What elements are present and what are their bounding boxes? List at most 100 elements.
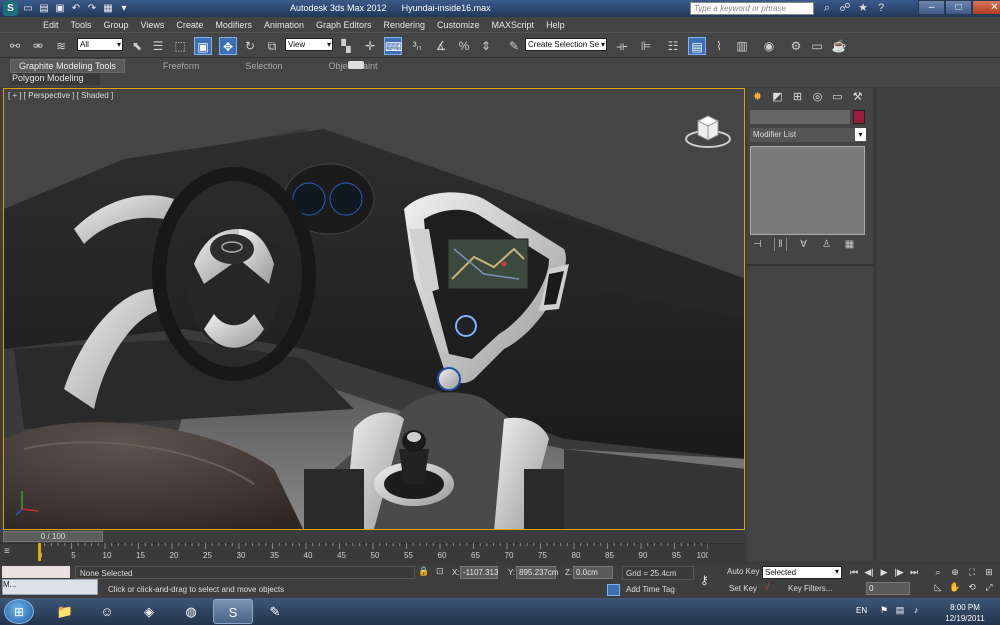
viewport-label-menu[interactable]: [ + ] [ Perspective ] [ Shaded ]	[8, 91, 113, 100]
time-slider-track[interactable]	[0, 531, 745, 543]
undo-icon[interactable]: ↶	[70, 3, 82, 15]
material-editor-icon[interactable]: ◉	[760, 37, 778, 55]
set-keys-key-icon[interactable]: ⚷	[700, 573, 718, 587]
binoculars-search-icon[interactable]: ⌕	[820, 1, 834, 15]
ribbon-minimize-toggle[interactable]	[348, 61, 364, 69]
paint-app-icon[interactable]: ✎	[255, 599, 295, 624]
object-color-swatch[interactable]	[853, 110, 865, 124]
system-clock[interactable]: 8:00 PM 12/19/2011	[940, 602, 990, 624]
graphite-toggle-icon[interactable]: ▤	[688, 37, 706, 55]
modifier-stack[interactable]	[750, 146, 865, 235]
select-and-link-icon[interactable]: ⚯	[6, 37, 24, 55]
taskbar-thumbnail-preview[interactable]: M...	[2, 579, 98, 595]
x-coordinate-field[interactable]: -1107.313	[460, 566, 498, 579]
orbit-icon[interactable]: ⟲	[965, 581, 979, 594]
go-to-end-icon[interactable]: ⏭	[907, 566, 921, 579]
object-name-field[interactable]	[750, 110, 850, 124]
select-object-icon[interactable]: ⬉	[128, 37, 146, 55]
zoom-icon[interactable]: ⌕	[931, 566, 945, 579]
menu-help[interactable]: Help	[541, 20, 572, 30]
manipulate-icon[interactable]: ✛	[361, 37, 379, 55]
perspective-viewport[interactable]: [ + ] [ Perspective ] [ Shaded ]	[3, 88, 745, 530]
curve-editor-icon[interactable]: ⌇	[710, 37, 728, 55]
open-file-icon[interactable]: ▤	[38, 3, 50, 15]
new-file-icon[interactable]: ▭	[22, 3, 34, 15]
network-icon[interactable]: ▤	[894, 604, 906, 616]
current-frame-marker[interactable]	[38, 543, 41, 561]
maximize-button[interactable]: □	[945, 0, 972, 15]
help-icon[interactable]: ?	[874, 1, 888, 15]
ribbon-panel-polygon-modeling[interactable]: Polygon Modeling	[10, 73, 100, 85]
show-end-result-icon[interactable]: ‖	[774, 238, 787, 251]
chrome-icon[interactable]: ◍	[171, 599, 211, 624]
app-logo-icon[interactable]: S	[3, 1, 18, 16]
volume-icon[interactable]: ♪	[910, 604, 922, 616]
time-tag-icon[interactable]	[607, 584, 620, 596]
menu-create[interactable]: Create	[171, 20, 210, 30]
unlink-icon[interactable]: ⚮	[29, 37, 47, 55]
pin-stack-icon[interactable]: ⊣	[751, 238, 764, 251]
next-frame-icon[interactable]: |▶	[892, 566, 906, 579]
explorer-icon[interactable]: 📁	[45, 599, 85, 624]
bind-space-warp-icon[interactable]: ≋	[52, 37, 70, 55]
qat-dropdown-icon[interactable]: ▾	[118, 3, 130, 15]
menu-graph-editors[interactable]: Graph Editors	[311, 20, 379, 30]
help-search-input[interactable]: Type a keyword or phrase	[690, 2, 814, 15]
key-mode-dropdown[interactable]: Selected	[762, 566, 842, 579]
percent-snap-icon[interactable]: %	[455, 37, 473, 55]
create-tab-icon[interactable]: ✸	[750, 90, 765, 105]
maxscript-mini-listener[interactable]	[2, 566, 70, 578]
action-center-flag-icon[interactable]: ⚑	[878, 604, 890, 616]
key-filters-button[interactable]: Key Filters...	[762, 582, 842, 596]
configure-modifier-sets-icon[interactable]: ▦	[843, 238, 856, 251]
messenger-icon[interactable]: ☺	[87, 599, 127, 624]
current-frame-field[interactable]: 0	[866, 582, 910, 595]
pivot-center-icon[interactable]: ▚	[337, 37, 355, 55]
set-key-button[interactable]: Set Key	[729, 584, 757, 593]
rendered-frame-window-icon[interactable]: ▭	[808, 37, 826, 55]
render-setup-icon[interactable]: ⚙	[787, 37, 805, 55]
select-and-rotate-icon[interactable]: ↻	[241, 37, 259, 55]
menu-rendering[interactable]: Rendering	[379, 20, 433, 30]
tab-graphite-modeling-tools[interactable]: Graphite Modeling Tools	[10, 59, 125, 73]
z-coordinate-field[interactable]: 0.0cm	[573, 566, 613, 579]
menu-group[interactable]: Group	[99, 20, 136, 30]
menu-customize[interactable]: Customize	[432, 20, 487, 30]
rectangular-selection-icon[interactable]: ⬚	[171, 37, 189, 55]
modify-tab-icon[interactable]: ◩	[770, 90, 785, 105]
viewcube-icon[interactable]	[684, 111, 732, 149]
3ds-max-taskbar-icon[interactable]: S	[213, 599, 253, 624]
close-button[interactable]: ✕	[972, 0, 1000, 15]
utilities-tab-icon[interactable]: ⚒	[850, 90, 865, 105]
spinner-snap-icon[interactable]: ⇕	[477, 37, 495, 55]
save-icon[interactable]: ▣	[54, 3, 66, 15]
angle-snap-icon[interactable]: ∡	[432, 37, 450, 55]
minimize-button[interactable]: –	[918, 0, 945, 15]
favorites-star-icon[interactable]: ★	[856, 1, 870, 15]
select-by-name-icon[interactable]: ☰	[149, 37, 167, 55]
previous-frame-icon[interactable]: ◀|	[862, 566, 876, 579]
snaps-toggle-icon[interactable]: ³ₙ	[408, 37, 426, 55]
chevron-down-icon[interactable]: ▾	[855, 128, 866, 141]
language-indicator[interactable]: EN	[856, 606, 867, 615]
zoom-extents-all-icon[interactable]: ⊞	[982, 566, 996, 579]
play-icon[interactable]: ▶	[877, 566, 891, 579]
communication-center-icon[interactable]: ☍	[838, 1, 852, 15]
pan-hand-icon[interactable]: ✋	[948, 581, 962, 594]
select-and-scale-icon[interactable]: ⧉	[263, 37, 281, 55]
selection-filter-dropdown[interactable]: All	[77, 38, 123, 51]
schematic-view-icon[interactable]: ▥	[733, 37, 751, 55]
y-coordinate-field[interactable]: 895.237cm	[516, 566, 559, 579]
select-and-move-icon[interactable]: ✥	[219, 37, 237, 55]
window-crossing-icon[interactable]: ▣	[194, 37, 212, 55]
render-production-icon[interactable]: ☕	[830, 37, 848, 55]
hierarchy-tab-icon[interactable]: ⊞	[790, 90, 805, 105]
menu-animation[interactable]: Animation	[259, 20, 311, 30]
make-unique-icon[interactable]: ∀	[797, 238, 810, 251]
menu-tools[interactable]: Tools	[66, 20, 99, 30]
menu-modifiers[interactable]: Modifiers	[210, 20, 259, 30]
zoom-all-icon[interactable]: ⊕	[948, 566, 962, 579]
reference-coordinate-dropdown[interactable]: View	[285, 38, 333, 51]
start-button[interactable]: ⊞	[4, 599, 34, 624]
tab-selection[interactable]: Selection	[237, 60, 290, 72]
